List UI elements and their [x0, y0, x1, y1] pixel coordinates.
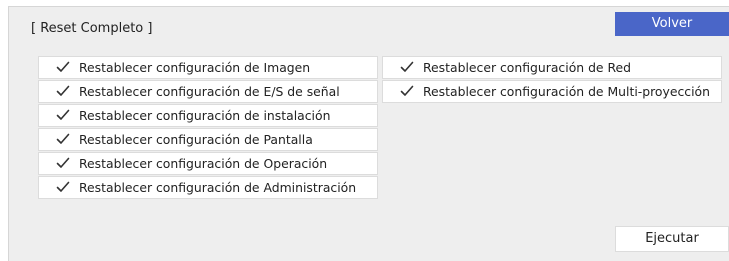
reset-options-right: Restablecer configuración de Red Restabl… — [382, 56, 722, 104]
check-icon — [56, 61, 70, 72]
option-reset-multi-projection[interactable]: Restablecer configuración de Multi-proye… — [382, 80, 722, 103]
execute-button[interactable]: Ejecutar — [615, 226, 729, 252]
reset-screen: [ Reset Completo ] Volver Restablecer co… — [0, 0, 729, 261]
option-label: Restablecer configuración de E/S de seña… — [79, 84, 340, 99]
option-label: Restablecer configuración de Operación — [79, 156, 328, 171]
check-icon — [56, 181, 70, 192]
check-icon — [56, 85, 70, 96]
option-reset-network[interactable]: Restablecer configuración de Red — [382, 56, 722, 79]
check-icon — [56, 109, 70, 120]
check-icon — [56, 133, 70, 144]
reset-options-left: Restablecer configuración de Imagen Rest… — [38, 56, 378, 200]
option-reset-operation[interactable]: Restablecer configuración de Operación — [38, 152, 378, 175]
option-reset-signal-io[interactable]: Restablecer configuración de E/S de seña… — [38, 80, 378, 103]
option-reset-installation[interactable]: Restablecer configuración de instalación — [38, 104, 378, 127]
option-reset-display[interactable]: Restablecer configuración de Pantalla — [38, 128, 378, 151]
check-icon — [400, 85, 414, 96]
option-reset-management[interactable]: Restablecer configuración de Administrac… — [38, 176, 378, 199]
back-button[interactable]: Volver — [615, 12, 729, 36]
option-label: Restablecer configuración de instalación — [79, 108, 331, 123]
page-title: [ Reset Completo ] — [31, 21, 153, 36]
check-icon — [56, 157, 70, 168]
option-label: Restablecer configuración de Red — [423, 60, 632, 75]
option-label: Restablecer configuración de Imagen — [79, 60, 311, 75]
option-label: Restablecer configuración de Multi-proye… — [423, 84, 710, 99]
option-label: Restablecer configuración de Pantalla — [79, 132, 313, 147]
option-label: Restablecer configuración de Administrac… — [79, 180, 357, 195]
check-icon — [400, 61, 414, 72]
option-reset-image[interactable]: Restablecer configuración de Imagen — [38, 56, 378, 79]
